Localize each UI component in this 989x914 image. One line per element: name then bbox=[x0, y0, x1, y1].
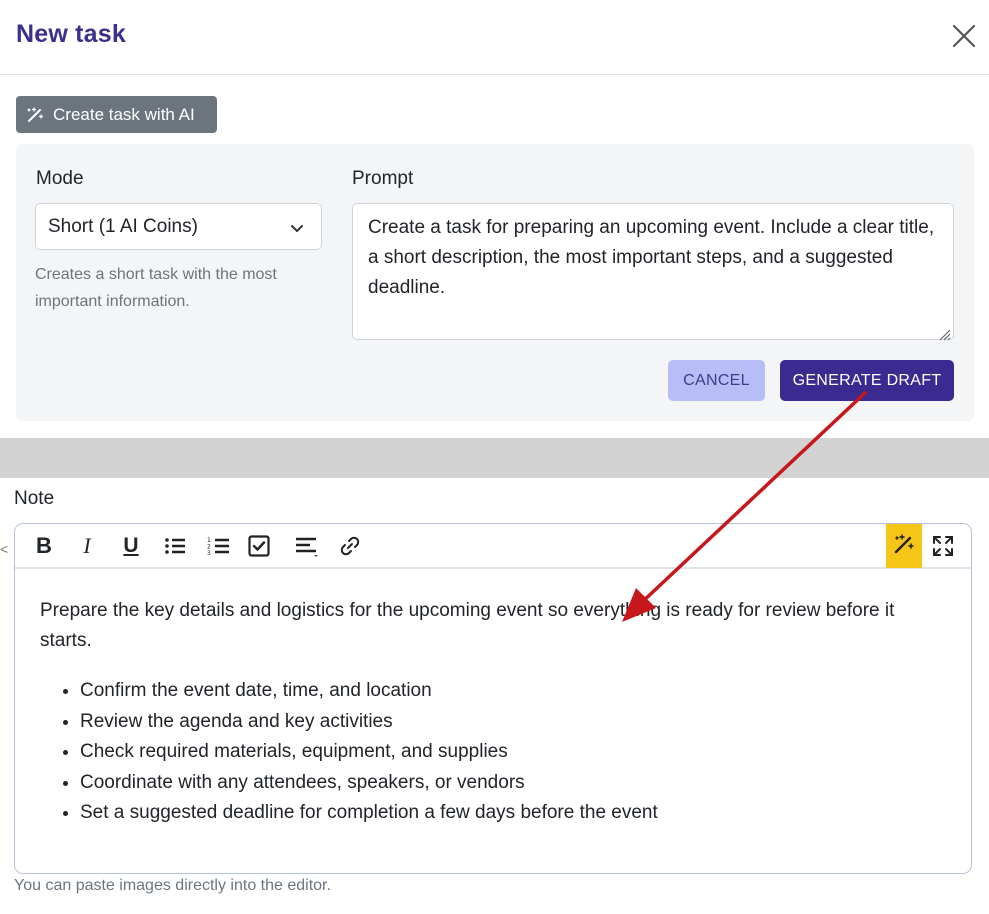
chevron-down-icon bbox=[289, 220, 305, 234]
prompt-text: Create a task for preparing an upcoming … bbox=[368, 217, 935, 298]
editor-toolbar: B I U 123 bbox=[15, 524, 971, 569]
align-dropdown-icon[interactable] bbox=[291, 531, 321, 561]
prompt-label: Prompt bbox=[352, 168, 414, 189]
prompt-textarea[interactable]: Create a task for preparing an upcoming … bbox=[352, 203, 954, 341]
list-item: Check required materials, equipment, and… bbox=[80, 737, 940, 768]
list-item: Confirm the event date, time, and locati… bbox=[80, 676, 940, 707]
italic-button[interactable]: I bbox=[72, 531, 102, 561]
underline-button[interactable]: U bbox=[116, 531, 146, 561]
dialog-header: New task bbox=[0, 0, 989, 75]
edge-glyph: ˂ bbox=[0, 541, 9, 557]
cancel-button[interactable]: CANCEL bbox=[668, 360, 765, 401]
mode-select[interactable]: Short (1 AI Coins) bbox=[35, 203, 322, 250]
mode-helper-text: Creates a short task with the most impor… bbox=[35, 266, 277, 310]
list-item: Set a suggested deadline for completion … bbox=[80, 798, 940, 829]
editor-helper-text: You can paste images directly into the e… bbox=[14, 877, 331, 894]
numbered-list-icon[interactable]: 123 bbox=[204, 531, 234, 561]
svg-text:3: 3 bbox=[207, 550, 211, 557]
bullet-list-icon[interactable] bbox=[160, 531, 190, 561]
create-task-with-ai-button[interactable]: Create task with AI bbox=[16, 96, 217, 133]
magic-wand-icon bbox=[26, 106, 44, 124]
link-icon[interactable] bbox=[335, 531, 365, 561]
mode-label: Mode bbox=[36, 168, 84, 189]
section-divider bbox=[0, 438, 989, 478]
close-icon[interactable] bbox=[948, 20, 980, 52]
note-editor[interactable]: B I U 123 Prepare the key details and lo… bbox=[14, 523, 972, 874]
note-paragraph: Prepare the key details and logistics fo… bbox=[40, 600, 895, 651]
dialog-title: New task bbox=[16, 20, 126, 48]
magic-wand-icon bbox=[893, 533, 915, 560]
bold-button[interactable]: B bbox=[29, 531, 59, 561]
list-item: Coordinate with any attendees, speakers,… bbox=[80, 768, 940, 799]
resize-handle-icon[interactable] bbox=[935, 321, 951, 341]
ai-assist-toggle[interactable] bbox=[886, 524, 922, 568]
mode-select-value: Short (1 AI Coins) bbox=[48, 216, 198, 237]
checklist-icon[interactable] bbox=[244, 531, 274, 561]
generate-draft-button[interactable]: GENERATE DRAFT bbox=[780, 360, 954, 401]
note-label: Note bbox=[14, 488, 55, 509]
create-task-with-ai-label: Create task with AI bbox=[53, 104, 195, 124]
list-item: Review the agenda and key activities bbox=[80, 707, 940, 738]
fullscreen-icon[interactable] bbox=[928, 531, 958, 561]
editor-content[interactable]: Prepare the key details and logistics fo… bbox=[40, 596, 940, 829]
note-bullet-list: Confirm the event date, time, and locati… bbox=[40, 676, 940, 829]
